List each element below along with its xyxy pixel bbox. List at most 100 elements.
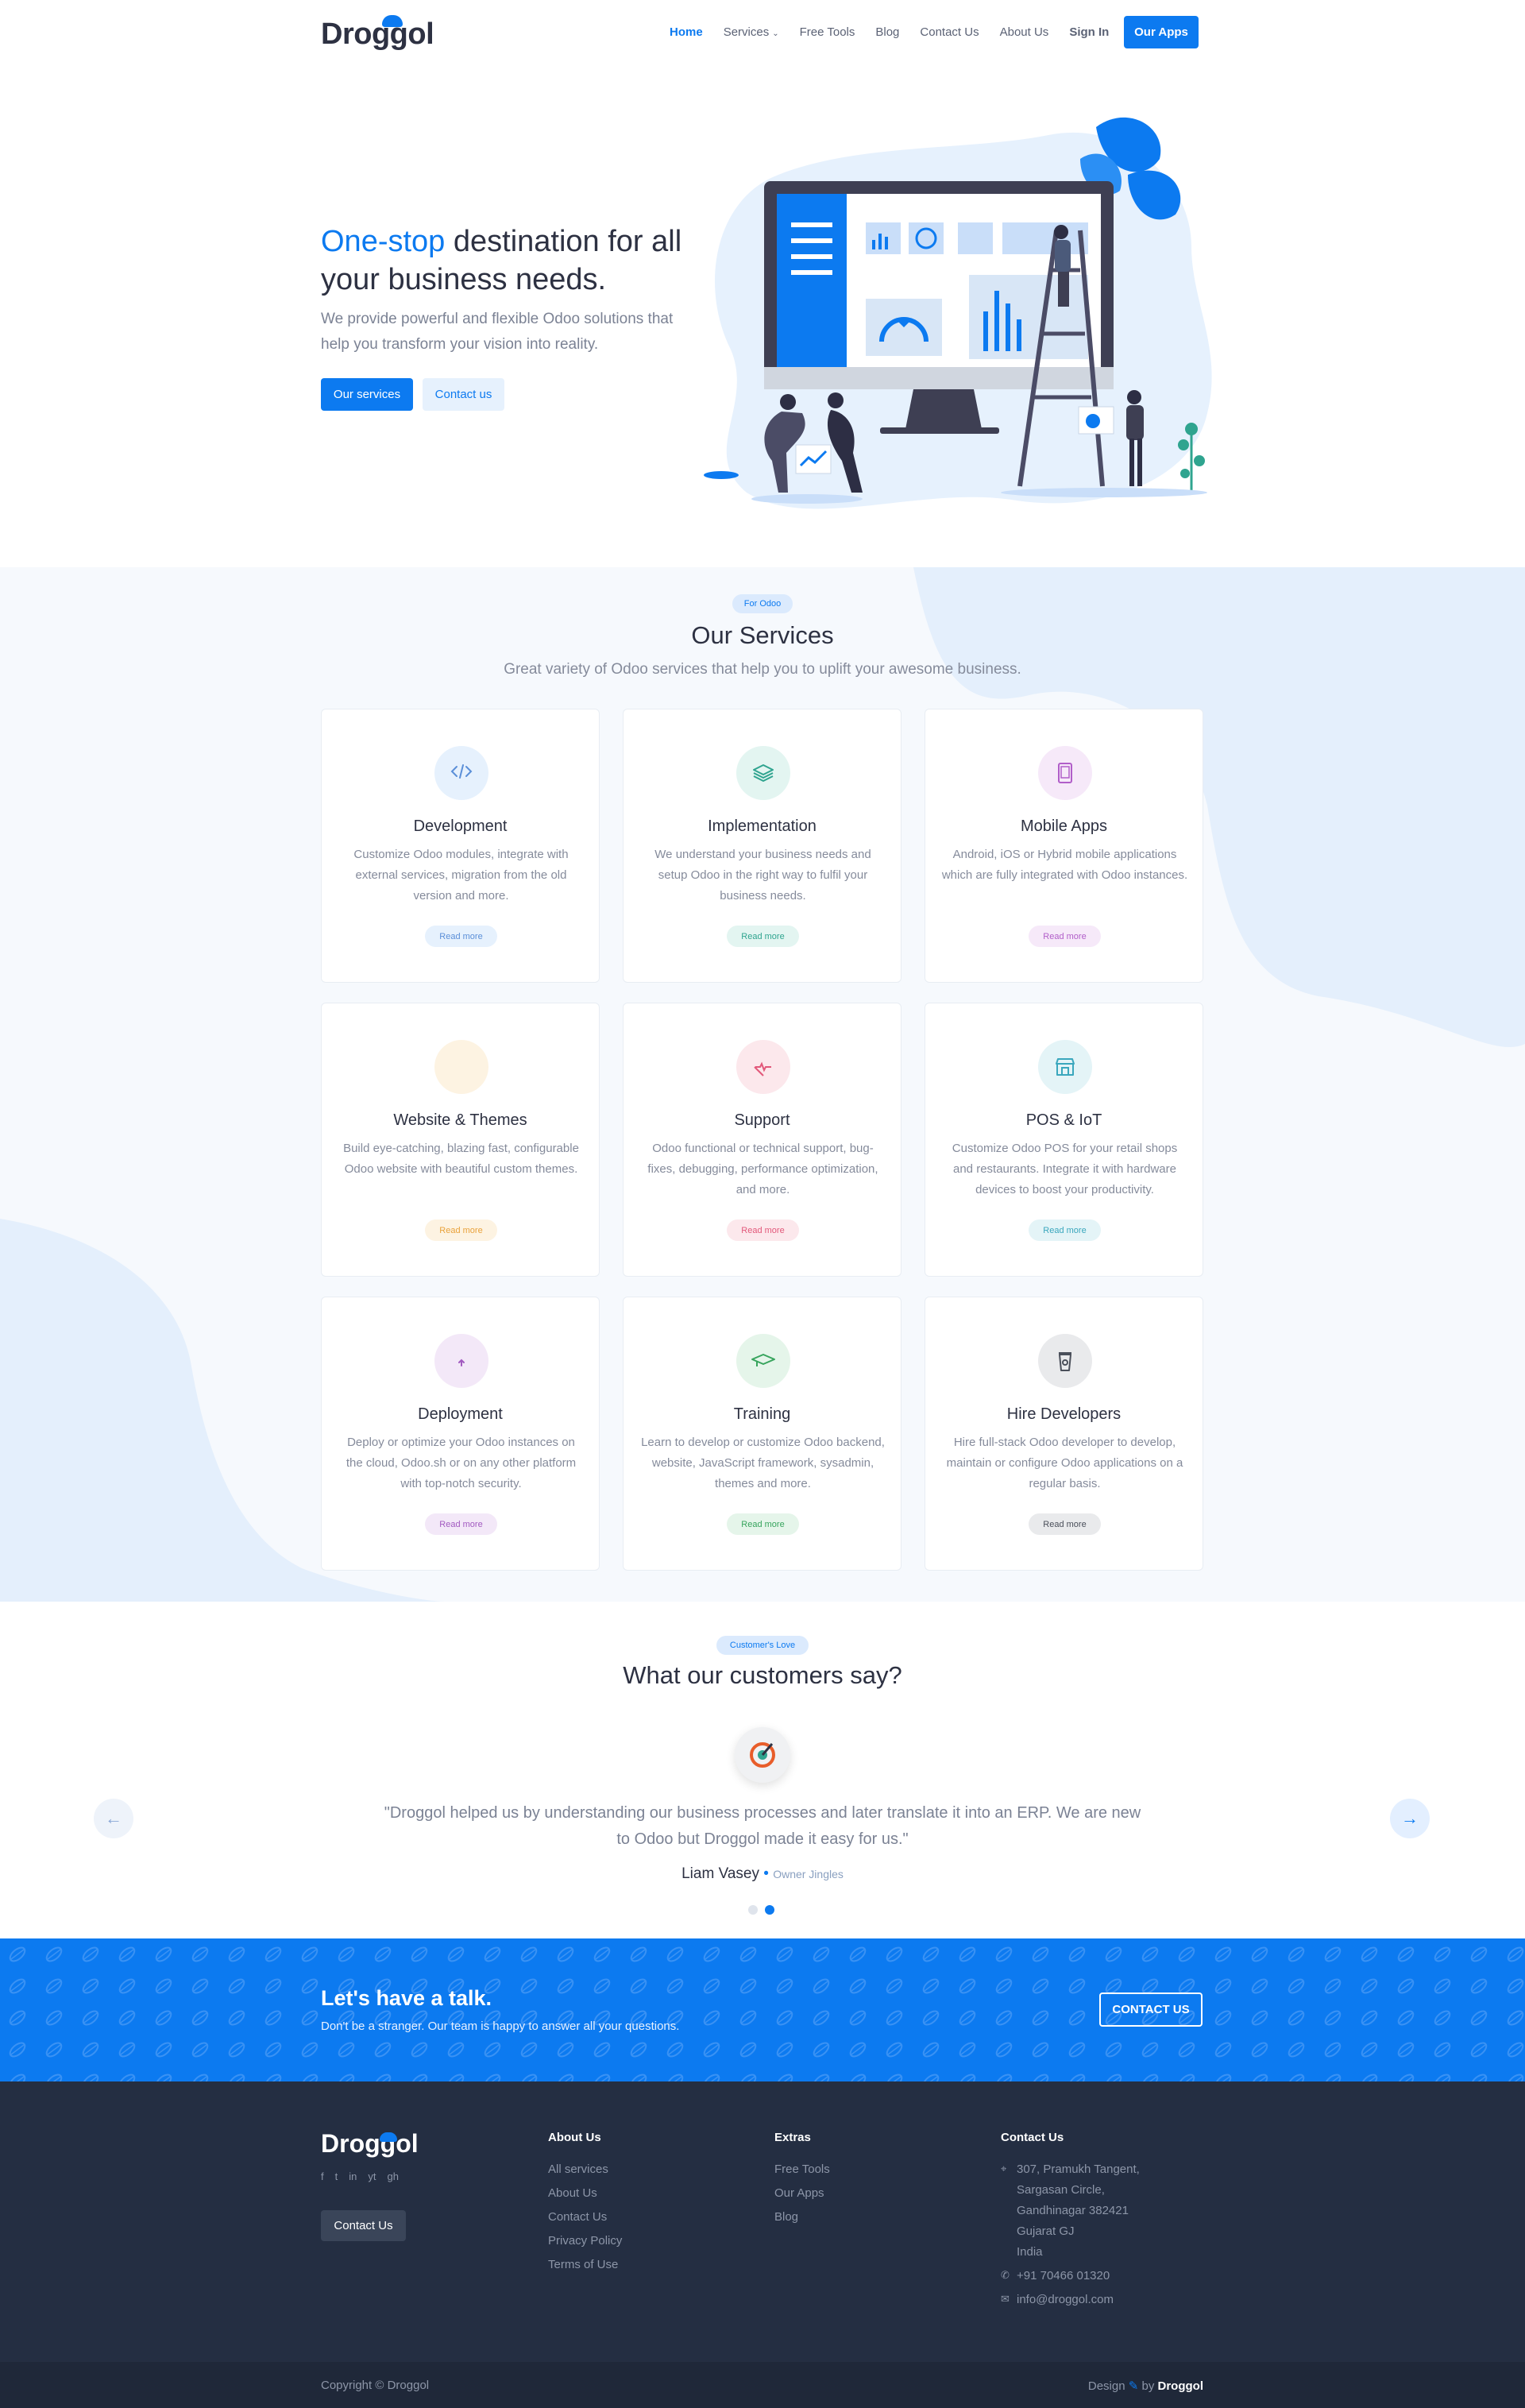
footer-link-contact-us[interactable]: Contact Us <box>548 2210 607 2224</box>
menu-free-tools[interactable]: Free Tools <box>800 25 855 39</box>
our-services-button[interactable]: Our services <box>321 378 413 411</box>
author-name: Liam Vasey <box>681 1865 759 1882</box>
read-more-button[interactable]: Read more <box>425 1219 497 1241</box>
read-more-button[interactable]: Read more <box>1029 1513 1101 1535</box>
testimonial-author: Liam Vasey • Owner Jingles <box>681 1865 844 1882</box>
read-more-button[interactable]: Read more <box>727 1513 799 1535</box>
footer-contact-button[interactable]: Contact Us <box>321 2210 406 2241</box>
service-card-description: Build eye-catching, blazing fast, config… <box>343 1142 579 1176</box>
customer-avatar <box>735 1727 790 1783</box>
footer-extras-title: Extras <box>774 2131 811 2144</box>
testimonials-badge: Customer's Love <box>716 1636 809 1655</box>
service-card-website-themes[interactable]: Website & Themes Build eye-catching, blaz… <box>321 1003 600 1277</box>
service-card-implementation[interactable]: Implementation We understand your busines… <box>623 709 901 983</box>
menu-about-us[interactable]: About Us <box>1000 25 1049 39</box>
social-links: f t in yt gh <box>321 2170 399 2182</box>
tablet-icon <box>1038 746 1092 800</box>
service-card-deployment[interactable]: Deployment Deploy or optimize your Odoo i… <box>321 1297 600 1571</box>
read-more-button[interactable]: Read more <box>425 926 497 947</box>
service-card-description: Learn to develop or customize Odoo backe… <box>641 1436 885 1490</box>
hero-illustration <box>704 117 1212 509</box>
footer-contact-title: Contact Us <box>1001 2131 1064 2144</box>
chevron-down-icon: ⌄ <box>772 29 779 38</box>
footer-link-privacy-policy[interactable]: Privacy Policy <box>548 2234 622 2248</box>
read-more-button[interactable]: Read more <box>1029 926 1101 947</box>
twitter-icon[interactable]: t <box>335 2170 338 2182</box>
footer-link-terms[interactable]: Terms of Use <box>548 2258 618 2271</box>
facebook-icon[interactable]: f <box>321 2170 324 2182</box>
service-card-title: Mobile Apps <box>1021 817 1107 835</box>
logo-leaf-icon <box>382 15 403 27</box>
service-card-mobile-apps[interactable]: Mobile Apps Android, iOS or Hybrid mobile… <box>925 709 1203 983</box>
design-credit-brand[interactable]: Droggol <box>1158 2379 1204 2393</box>
phone-icon: ✆ <box>1001 2269 1010 2281</box>
footer-link-our-apps[interactable]: Our Apps <box>774 2186 824 2200</box>
service-card-training[interactable]: Training Learn to develop or customize Od… <box>623 1297 901 1571</box>
address-line-1: 307, Pramukh Tangent, <box>1017 2163 1140 2176</box>
service-card-description: Deploy or optimize your Odoo instances o… <box>346 1436 577 1490</box>
menu-services[interactable]: Services ⌄ <box>724 25 779 39</box>
next-arrow-icon[interactable]: → <box>1390 1799 1430 1838</box>
service-card-title: Implementation <box>708 817 817 835</box>
service-card-description: Customize Odoo POS for your retail shops… <box>952 1142 1178 1196</box>
our-apps-button[interactable]: Our Apps <box>1124 16 1199 48</box>
map-pin-icon: ⌖ <box>1001 2163 1007 2174</box>
footer-about-title: About Us <box>548 2131 601 2144</box>
design-credit-prefix: Design <box>1087 2379 1125 2393</box>
layers-icon <box>736 746 790 800</box>
footer-logo-leaf-icon <box>380 2132 397 2142</box>
address-line-5: India <box>1017 2245 1043 2259</box>
testimonial-quote: "Droggol helped us by understanding our … <box>384 1804 1141 1848</box>
service-card-title: Training <box>733 1405 791 1423</box>
footer-email[interactable]: info@droggol.com <box>1017 2293 1114 2306</box>
footer-bottom-bar: Copyright © Droggol Design ✎ by Droggol <box>0 2362 1525 2408</box>
carousel-dot-1[interactable] <box>748 1905 758 1915</box>
read-more-button[interactable]: Read more <box>727 1219 799 1241</box>
main-menu: Home Services ⌄ Free Tools Blog Contact U… <box>670 25 1129 39</box>
cta-contact-button[interactable]: CONTACT US <box>1099 1992 1203 2027</box>
mail-icon: ✉ <box>1001 2293 1010 2305</box>
service-card-title: Development <box>413 817 508 835</box>
brush-icon <box>434 1040 488 1094</box>
footer-phone[interactable]: +91 70466 01320 <box>1017 2269 1110 2282</box>
menu-contact-us[interactable]: Contact Us <box>920 25 979 39</box>
service-card-pos-iot[interactable]: POS & IoT Customize Odoo POS for your ret… <box>925 1003 1203 1277</box>
footer-link-blog[interactable]: Blog <box>774 2210 798 2224</box>
services-subtitle: Great variety of Odoo services that help… <box>504 661 1021 678</box>
top-navbar: Droggol Home Services ⌄ Free Tools Blog C… <box>0 0 1525 67</box>
service-card-hire-developers[interactable]: Hire Developers Hire full-stack Odoo deve… <box>925 1297 1203 1571</box>
contact-us-hero-button[interactable]: Contact us <box>423 378 504 411</box>
brand-logo[interactable]: Droggol <box>321 17 434 52</box>
read-more-button[interactable]: Read more <box>425 1513 497 1535</box>
carousel-dot-2[interactable] <box>765 1905 774 1915</box>
read-more-button[interactable]: Read more <box>1029 1219 1101 1241</box>
service-card-description: Odoo functional or technical support, bu… <box>647 1142 878 1196</box>
service-card-description: Hire full-stack Odoo developer to develo… <box>946 1436 1183 1490</box>
read-more-button[interactable]: Read more <box>727 926 799 947</box>
footer-logo[interactable]: Droggol <box>321 2129 419 2159</box>
youtube-icon[interactable]: yt <box>368 2170 376 2182</box>
author-role: Owner Jingles <box>773 1868 844 1880</box>
services-title: Our Services <box>691 621 834 649</box>
cta-subtitle: Don't be a stranger. Our team is happy t… <box>321 2020 680 2033</box>
prev-arrow-icon[interactable]: ← <box>94 1799 133 1838</box>
service-card-development[interactable]: Development Customize Odoo modules, integ… <box>321 709 600 983</box>
service-card-title: Hire Developers <box>1006 1405 1122 1423</box>
footer-link-about-us[interactable]: About Us <box>548 2186 597 2200</box>
hero-subtitle: We provide powerful and flexible Odoo so… <box>321 311 674 353</box>
cta-pattern <box>0 1938 1525 2081</box>
menu-blog[interactable]: Blog <box>875 25 899 39</box>
menu-sign-in[interactable]: Sign In <box>1069 25 1109 39</box>
design-credit-mid: by <box>1138 2379 1158 2393</box>
footer-link-free-tools[interactable]: Free Tools <box>774 2163 830 2176</box>
cta-title: Let's have a talk. <box>321 1986 492 2010</box>
menu-home[interactable]: Home <box>670 25 703 39</box>
service-card-support[interactable]: Support Odoo functional or technical supp… <box>623 1003 901 1277</box>
github-icon[interactable]: gh <box>388 2170 399 2182</box>
testimonials-title: What our customers say? <box>623 1661 902 1689</box>
linkedin-icon[interactable]: in <box>349 2170 357 2182</box>
service-card-title: Deployment <box>418 1405 503 1423</box>
service-card-title: POS & IoT <box>1025 1111 1102 1129</box>
heartbeat-icon <box>736 1040 790 1094</box>
footer-link-all-services[interactable]: All services <box>548 2163 608 2176</box>
